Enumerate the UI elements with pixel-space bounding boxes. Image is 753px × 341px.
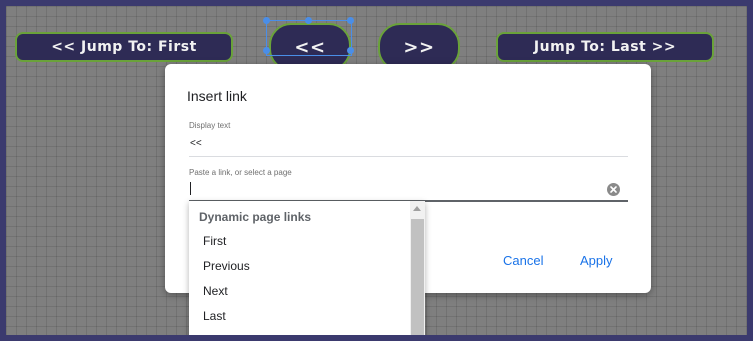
- link-input-label: Paste a link, or select a page: [189, 168, 292, 177]
- dropdown-item-previous[interactable]: Previous: [203, 259, 250, 273]
- dropdown-item-next[interactable]: Next: [203, 284, 228, 298]
- dropdown-item-last[interactable]: Last: [203, 309, 226, 323]
- resize-handle-top-left[interactable]: [263, 17, 270, 24]
- display-text-label: Display text: [189, 121, 231, 130]
- apply-button[interactable]: Apply: [580, 253, 613, 268]
- link-input[interactable]: [190, 182, 191, 195]
- dropdown-item-first[interactable]: First: [203, 234, 226, 248]
- cancel-button[interactable]: Cancel: [503, 253, 543, 268]
- resize-handle-top-right[interactable]: [347, 17, 354, 24]
- display-text-underline: [189, 156, 628, 157]
- dialog-title: Insert link: [187, 88, 247, 104]
- scrollbar-thumb[interactable]: [411, 219, 424, 335]
- clear-icon[interactable]: [607, 183, 620, 196]
- jump-last-button[interactable]: Jump To: Last >>: [496, 32, 714, 62]
- dropdown-header: Dynamic page links: [199, 210, 312, 224]
- jump-first-button[interactable]: << Jump To: First: [15, 32, 233, 62]
- display-text-input[interactable]: <<: [190, 138, 202, 149]
- editor-canvas: << Jump To: First << >> Jump To: Last >>…: [6, 6, 747, 335]
- triangle-up-icon[interactable]: [413, 206, 421, 211]
- page-link-dropdown: Dynamic page links First Previous Next L…: [189, 201, 425, 335]
